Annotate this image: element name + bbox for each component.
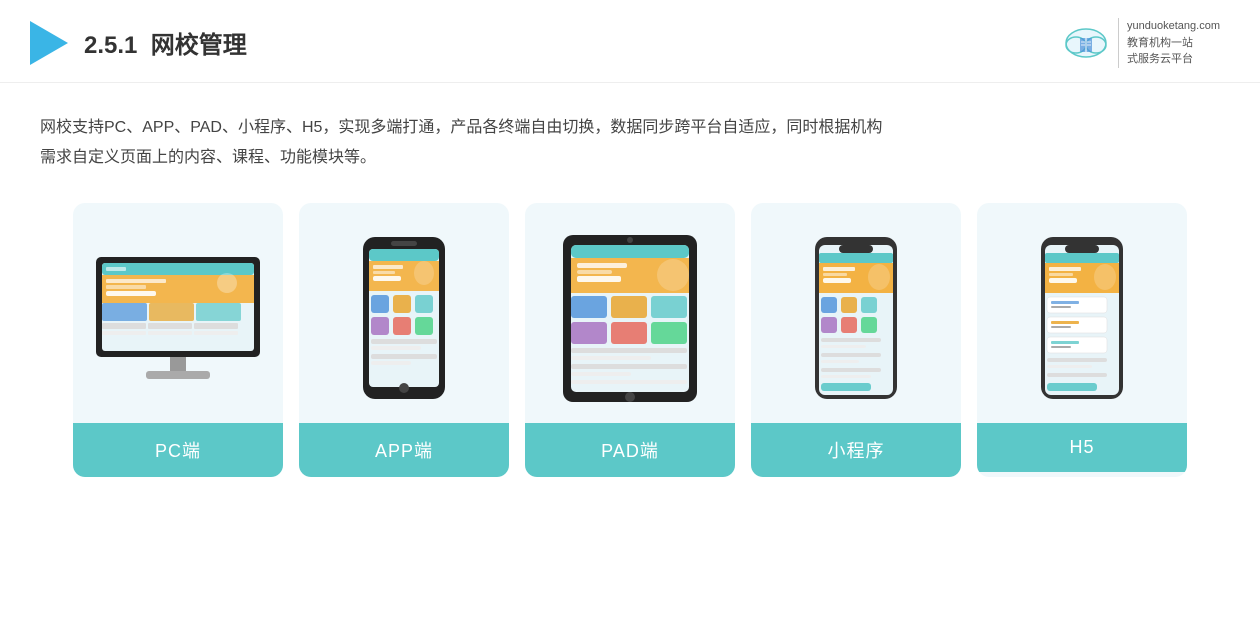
h5-card: H5: [977, 203, 1187, 477]
app-phone-illustration: [359, 233, 449, 403]
h5-image-area: [977, 203, 1187, 423]
title-area: 2.5.1 网校管理: [30, 21, 247, 65]
brand-text: yunduoketang.com 教育机构一站 式服务云平台: [1118, 18, 1220, 68]
description-block: 网校支持PC、APP、PAD、小程序、H5，实现多端打通，产品各终端自由切换，数…: [0, 83, 1260, 184]
brand-line2: 式服务云平台: [1127, 51, 1220, 68]
h5-phone-illustration: [1037, 233, 1127, 403]
pad-tablet-illustration: [555, 231, 705, 406]
description-line1: 网校支持PC、APP、PAD、小程序、H5，实现多端打通，产品各终端自由切换，数…: [40, 113, 1220, 143]
miniprogram-image-area: [751, 203, 961, 423]
h5-label: H5: [977, 423, 1187, 472]
pc-label: PC端: [73, 423, 283, 477]
device-cards-section: PC端: [0, 183, 1260, 497]
page-title: 2.5.1 网校管理: [84, 25, 247, 60]
pc-monitor-illustration: [92, 253, 264, 383]
brand-logo: yunduoketang.com 教育机构一站 式服务云平台: [1062, 18, 1220, 68]
miniprogram-label: 小程序: [751, 423, 961, 477]
brand-icon: [1062, 23, 1110, 63]
pc-image-area: [73, 203, 283, 423]
brand-url: yunduoketang.com: [1127, 18, 1220, 35]
miniprogram-phone-illustration: [811, 233, 901, 403]
logo-triangle-icon: [30, 21, 68, 65]
pc-card: PC端: [73, 203, 283, 477]
pad-label: PAD端: [525, 423, 735, 477]
section-number: 2.5.1: [84, 32, 137, 59]
description-line2: 需求自定义页面上的内容、课程、功能模块等。: [40, 143, 1220, 173]
pad-card: PAD端: [525, 203, 735, 477]
page-header: 2.5.1 网校管理 yunduoketang.com 教育机构一站 式服务云: [0, 0, 1260, 83]
app-label: APP端: [299, 423, 509, 477]
app-card: APP端: [299, 203, 509, 477]
app-image-area: [299, 203, 509, 423]
pad-image-area: [525, 203, 735, 423]
brand-line1: 教育机构一站: [1127, 35, 1220, 52]
miniprogram-card: 小程序: [751, 203, 961, 477]
section-title: 网校管理: [151, 32, 247, 59]
